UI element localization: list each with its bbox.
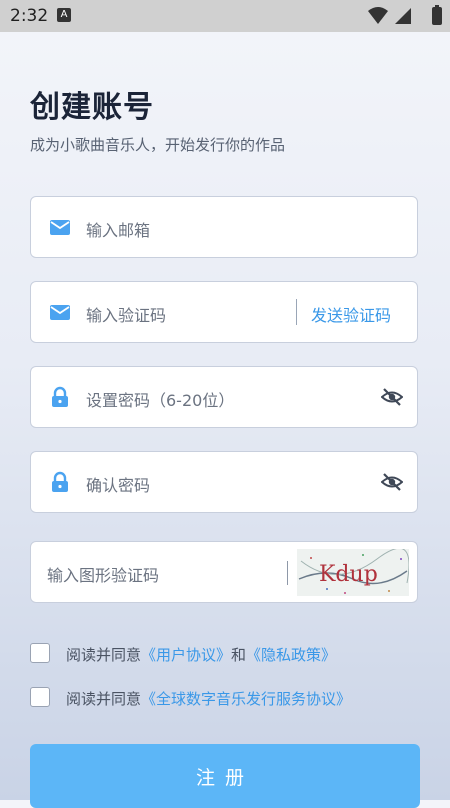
distribution-agreement-link[interactable]: 《全球数字音乐发行服务协议》	[141, 690, 351, 708]
send-code-button[interactable]: 发送验证码	[311, 302, 391, 326]
email-placeholder: 输入邮箱	[86, 221, 151, 240]
confirm-password-placeholder: 确认密码	[86, 476, 151, 495]
wifi-icon	[368, 7, 388, 24]
agreement-prefix: 阅读并同意	[66, 690, 142, 708]
eye-off-icon[interactable]	[381, 471, 403, 493]
captcha-text: Kdup	[319, 562, 378, 587]
privacy-policy-link[interactable]: 《隐私政策》	[246, 646, 336, 664]
battery-icon	[432, 5, 442, 25]
user-agreement-link[interactable]: 《用户协议》	[141, 646, 231, 664]
password-placeholder: 设置密码（6-20位）	[86, 391, 235, 410]
status-bar: 2:32 A	[0, 0, 450, 32]
confirm-password-field[interactable]: 确认密码	[30, 451, 418, 513]
agreement-join: 和	[231, 646, 247, 664]
verification-code-placeholder: 输入验证码	[86, 306, 167, 325]
mail-icon	[50, 305, 70, 320]
mail-icon	[50, 220, 70, 235]
lock-icon	[52, 386, 68, 407]
captcha-placeholder: 输入图形验证码	[47, 566, 160, 585]
page-title: 创建账号	[30, 90, 154, 125]
captcha-field[interactable]: 输入图形验证码 Kdup	[30, 541, 418, 603]
register-button[interactable]: 注册	[30, 744, 420, 808]
agreement-text: 阅读并同意《用户协议》和《隐私政策》	[66, 644, 336, 665]
checkbox-agree-distribution[interactable]	[30, 687, 50, 707]
cell-signal-icon	[395, 8, 411, 24]
agreement-prefix: 阅读并同意	[66, 646, 142, 664]
eye-off-icon[interactable]	[381, 386, 403, 408]
password-field[interactable]: 设置密码（6-20位）	[30, 366, 418, 428]
email-field[interactable]: 输入邮箱	[30, 196, 418, 258]
notification-icon: A	[57, 8, 71, 22]
lock-icon	[52, 471, 68, 492]
divider	[287, 561, 288, 585]
agreement-text: 阅读并同意《全球数字音乐发行服务协议》	[66, 688, 351, 709]
verification-code-field[interactable]: 输入验证码 发送验证码	[30, 281, 418, 343]
captcha-image[interactable]: Kdup	[297, 549, 409, 596]
page-subtitle: 成为小歌曲音乐人，开始发行你的作品	[30, 136, 286, 154]
status-time: 2:32	[10, 6, 49, 26]
checkbox-agree-terms[interactable]	[30, 643, 50, 663]
divider	[296, 299, 297, 325]
